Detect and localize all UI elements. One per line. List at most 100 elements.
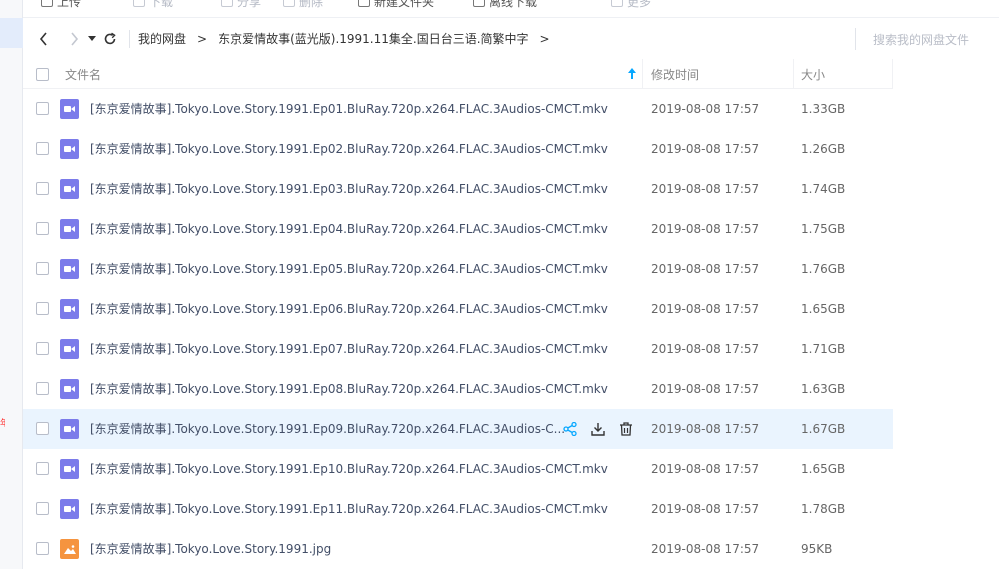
toolbar-button-2[interactable]: 分享 [221,0,261,10]
select-all-checkbox[interactable] [36,67,49,81]
file-name[interactable]: [东京爱情故事].Tokyo.Love.Story.1991.Ep01.BluR… [90,89,608,129]
table-row[interactable]: [东京爱情故事].Tokyo.Love.Story.1991.Ep02.BluR… [23,129,893,169]
toolbar-icon [133,0,145,7]
file-name[interactable]: [东京爱情故事].Tokyo.Love.Story.1991.jpg [90,529,331,569]
row-checkbox[interactable] [36,502,49,515]
delete-icon[interactable] [617,419,635,439]
sidebar-red-label: 年 [0,419,5,429]
file-size: 1.26GB [801,142,846,156]
file-name[interactable]: [东京爱情故事].Tokyo.Love.Story.1991.Ep04.BluR… [90,209,608,249]
file-name[interactable]: [东京爱情故事].Tokyo.Love.Story.1991.Ep11.BluR… [90,489,608,529]
search-placeholder: 搜索我的网盘文件 [873,32,970,47]
table-row[interactable]: [东京爱情故事].Tokyo.Love.Story.1991.Ep09.BluR… [23,409,893,449]
sidebar-active-item[interactable] [0,18,23,48]
file-modified-time: 2019-08-08 17:57 [651,182,760,196]
back-button[interactable] [33,28,55,50]
row-checkbox[interactable] [36,182,49,195]
video-file-icon [60,299,79,319]
table-row[interactable]: [东京爱情故事].Tokyo.Love.Story.1991.Ep07.BluR… [23,329,893,369]
file-name[interactable]: [东京爱情故事].Tokyo.Love.Story.1991.Ep03.BluR… [90,169,608,209]
column-divider[interactable] [793,59,794,89]
row-checkbox[interactable] [36,102,49,115]
file-size: 1.33GB [801,102,846,116]
file-modified-time: 2019-08-08 17:57 [651,222,760,236]
file-modified-time: 2019-08-08 17:57 [651,342,760,356]
table-row[interactable]: [东京爱情故事].Tokyo.Love.Story.1991.Ep06.BluR… [23,289,893,329]
file-modified-time: 2019-08-08 17:57 [651,542,760,556]
column-divider[interactable] [892,59,893,89]
toolbar-icon [473,0,485,7]
nav-bar: 我的网盘 > 东京爱情故事(蓝光版).1991.11集全.国日台三语.简繁中字 … [23,18,999,59]
video-file-icon [60,459,79,479]
table-row[interactable]: [东京爱情故事].Tokyo.Love.Story.1991.Ep11.BluR… [23,489,893,529]
breadcrumb-current-folder[interactable]: 东京爱情故事(蓝光版).1991.11集全.国日台三语.简繁中字 [218,30,528,47]
row-checkbox[interactable] [36,342,49,355]
toolbar-button-5[interactable]: 离线下载 [473,0,537,10]
toolbar-button-3[interactable]: 删除 [283,0,323,10]
file-name[interactable]: [东京爱情故事].Tokyo.Love.Story.1991.Ep10.BluR… [90,449,608,489]
file-modified-time: 2019-08-08 17:57 [651,502,760,516]
file-name[interactable]: [东京爱情故事].Tokyo.Love.Story.1991.Ep07.BluR… [90,329,608,369]
row-checkbox[interactable] [36,462,49,475]
column-divider[interactable] [642,59,643,89]
toolbar-icon [358,0,370,7]
video-file-icon [60,339,79,359]
file-size: 1.71GB [801,342,846,356]
table-row[interactable]: [东京爱情故事].Tokyo.Love.Story.1991.Ep05.BluR… [23,249,893,289]
table-row[interactable]: [东京爱情故事].Tokyo.Love.Story.1991.Ep10.BluR… [23,449,893,489]
file-size: 1.65GB [801,462,846,476]
file-list: [东京爱情故事].Tokyo.Love.Story.1991.Ep01.BluR… [23,89,893,569]
history-dropdown-button[interactable] [85,28,99,50]
sidebar: 年 [0,0,23,569]
row-actions [561,419,635,439]
select-all-checkbox-cell[interactable] [36,59,49,89]
column-header-size[interactable]: 大小 [801,59,825,89]
file-size: 1.63GB [801,382,846,396]
file-name[interactable]: [东京爱情故事].Tokyo.Love.Story.1991.Ep05.BluR… [90,249,608,289]
caret-down-icon [88,35,96,41]
file-name[interactable]: [东京爱情故事].Tokyo.Love.Story.1991.Ep09.BluR… [90,409,565,449]
row-checkbox[interactable] [36,142,49,155]
file-size: 1.74GB [801,182,846,196]
table-row[interactable]: [东京爱情故事].Tokyo.Love.Story.1991.Ep04.BluR… [23,209,893,249]
toolbar-label: 离线下载 [489,0,538,9]
file-name[interactable]: [东京爱情故事].Tokyo.Love.Story.1991.Ep06.BluR… [90,289,608,329]
forward-button[interactable] [63,28,85,50]
video-file-icon [60,99,79,119]
file-name[interactable]: [东京爱情故事].Tokyo.Love.Story.1991.Ep02.BluR… [90,129,608,169]
table-row[interactable]: [东京爱情故事].Tokyo.Love.Story.1991.Ep08.BluR… [23,369,893,409]
chevron-right-icon [71,31,79,46]
table-row[interactable]: [东京爱情故事].Tokyo.Love.Story.1991.jpg 2019-0… [23,529,893,569]
toolbar-label: 上传 [57,0,82,9]
video-file-icon [60,499,79,519]
toolbar-button-6[interactable]: 更多 [611,0,651,10]
column-header-modified[interactable]: 修改时间 [651,59,699,89]
row-checkbox[interactable] [36,302,49,315]
toolbar-button-1[interactable]: 下载 [133,0,173,10]
file-size: 1.78GB [801,502,846,516]
toolbar-label: 下载 [149,0,174,9]
refresh-button[interactable] [99,28,121,50]
row-checkbox[interactable] [36,222,49,235]
row-checkbox[interactable] [36,262,49,275]
table-row[interactable]: [东京爱情故事].Tokyo.Love.Story.1991.Ep01.BluR… [23,89,893,129]
download-icon[interactable] [589,419,607,439]
file-size: 1.65GB [801,302,846,316]
breadcrumb-root[interactable]: 我的网盘 [138,30,186,47]
table-row[interactable]: [东京爱情故事].Tokyo.Love.Story.1991.Ep03.BluR… [23,169,893,209]
file-modified-time: 2019-08-08 17:57 [651,462,760,476]
row-checkbox[interactable] [36,382,49,395]
row-checkbox[interactable] [36,542,49,555]
search-input[interactable]: 搜索我的网盘文件 [855,28,999,50]
toolbar-button-0[interactable]: 上传 [41,0,81,10]
file-modified-time: 2019-08-08 17:57 [651,262,760,276]
row-checkbox[interactable] [36,422,49,435]
file-name[interactable]: [东京爱情故事].Tokyo.Love.Story.1991.Ep08.BluR… [90,369,608,409]
video-file-icon [60,179,79,199]
column-header-name[interactable]: 文件名 [65,59,101,89]
toolbar-icon [221,0,233,7]
share-icon[interactable] [561,419,579,439]
toolbar-icon [611,0,623,7]
file-list-header: 文件名 修改时间 大小 [23,59,893,89]
toolbar-button-4[interactable]: 新建文件夹 [358,0,434,10]
